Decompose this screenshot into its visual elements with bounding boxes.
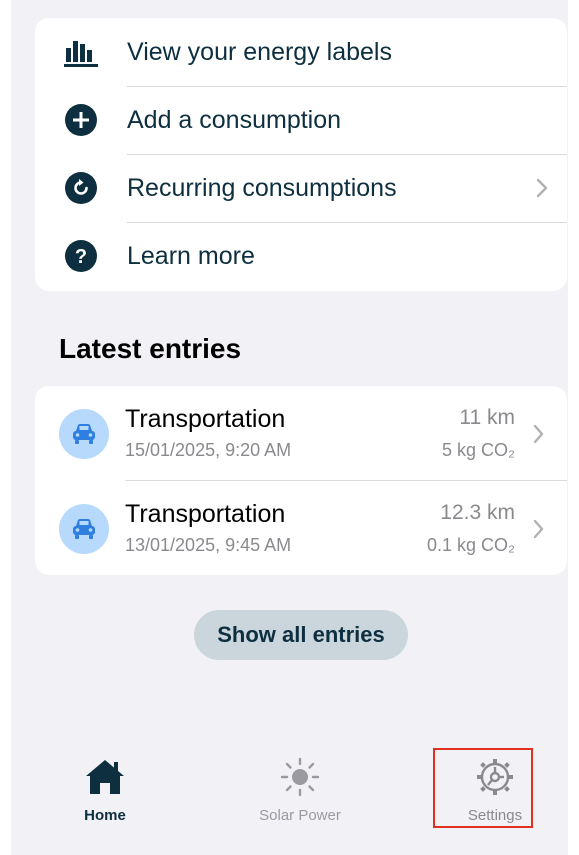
app-screen: View your energy labels Add a consumptio… bbox=[11, 0, 568, 855]
show-all-entries-button[interactable]: Show all entries bbox=[194, 610, 408, 660]
entry-date: 13/01/2025, 9:45 AM bbox=[125, 535, 292, 555]
section-title-latest-entries: Latest entries bbox=[59, 333, 242, 364]
refresh-circle-icon bbox=[64, 171, 98, 205]
actions-card: View your energy labels Add a consumptio… bbox=[35, 18, 567, 291]
home-icon bbox=[86, 760, 124, 794]
chevron-right-icon bbox=[535, 178, 549, 198]
action-label: Add a consumption bbox=[127, 106, 342, 134]
latest-entries-card: Transportation 15/01/2025, 9:20 AM 11 km… bbox=[35, 386, 567, 575]
entry-row[interactable]: Transportation 15/01/2025, 9:20 AM 11 km… bbox=[35, 386, 567, 480]
entry-title: Transportation bbox=[125, 405, 286, 433]
entry-row[interactable]: Transportation 13/01/2025, 9:45 AM 12.3 … bbox=[35, 481, 567, 575]
question-circle-icon: ? bbox=[64, 239, 98, 273]
action-label: Learn more bbox=[127, 242, 255, 270]
bar-chart-icon bbox=[64, 35, 98, 69]
action-label: View your energy labels bbox=[127, 38, 392, 66]
chevron-right-icon bbox=[532, 519, 545, 539]
entry-co2: 5 kg CO₂ bbox=[441, 440, 515, 460]
car-icon bbox=[73, 519, 95, 539]
settings-highlight-box bbox=[433, 748, 533, 828]
sun-icon bbox=[280, 757, 320, 797]
entry-title: Transportation bbox=[125, 500, 286, 528]
tab-label: Home bbox=[84, 807, 126, 824]
entry-avatar bbox=[59, 409, 109, 459]
action-view-energy-labels[interactable]: View your energy labels bbox=[35, 18, 567, 86]
action-recurring-consumptions[interactable]: Recurring consumptions bbox=[35, 154, 567, 222]
action-label: Recurring consumptions bbox=[127, 174, 397, 202]
entry-co2: 0.1 kg CO₂ bbox=[426, 535, 515, 555]
plus-circle-icon bbox=[64, 103, 98, 137]
tab-solar-power[interactable]: Solar Power bbox=[230, 747, 370, 837]
car-icon bbox=[73, 424, 95, 444]
entry-amount: 11 km bbox=[459, 406, 515, 429]
tab-label: Solar Power bbox=[259, 807, 341, 824]
tab-home[interactable]: Home bbox=[35, 747, 175, 837]
svg-text:?: ? bbox=[75, 246, 87, 268]
entry-avatar bbox=[59, 504, 109, 554]
chevron-right-icon bbox=[532, 424, 545, 444]
action-add-consumption[interactable]: Add a consumption bbox=[35, 86, 567, 154]
action-learn-more[interactable]: ? Learn more bbox=[35, 222, 567, 290]
entry-date: 15/01/2025, 9:20 AM bbox=[125, 440, 292, 460]
entry-amount: 12.3 km bbox=[440, 501, 515, 524]
